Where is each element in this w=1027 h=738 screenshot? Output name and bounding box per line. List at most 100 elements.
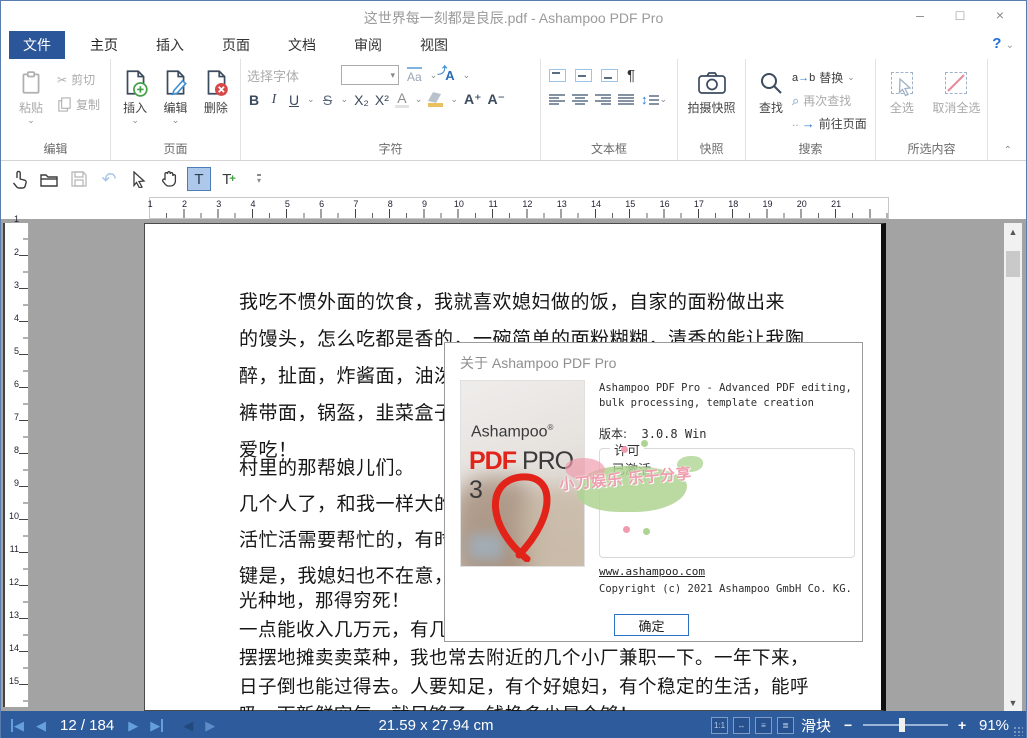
save-button[interactable] [67,167,91,191]
highlighter-icon [428,92,441,103]
zoom-slider-thumb[interactable] [899,718,905,732]
hand-icon [161,170,178,188]
text-line[interactable]: 摆摆地摊卖卖菜种，我也常去附近的几个小厂兼职一下。一年下来， [239,645,819,674]
strikethrough-button[interactable]: S [321,92,335,108]
italic-button[interactable]: I [267,92,281,108]
text-line[interactable]: 日子倒也能过得去。人要知足，有个好媳妇，有个稳定的生活，能呼 [239,674,819,703]
align-left-button[interactable] [549,94,565,106]
bold-button[interactable]: B [247,92,261,108]
take-snapshot-button[interactable]: 拍摄快照 [682,63,741,140]
resize-grip[interactable] [1013,726,1023,736]
text-direction-icon[interactable]: A [445,68,454,83]
tab-page[interactable]: 页面 [209,31,263,59]
shrink-font-button[interactable]: A⁻ [487,91,505,108]
zoom-percentage[interactable]: 91% [979,717,1009,734]
collapse-ribbon-button[interactable]: ⌃ [1004,145,1012,156]
scroll-up-icon[interactable]: ▲ [1004,223,1022,240]
align-text-bottom-button[interactable] [601,69,618,82]
minimize-button[interactable]: – [900,1,940,29]
find-button[interactable]: 查找 [750,63,792,140]
vertical-scrollbar[interactable]: ▲ ▼ [1004,223,1022,711]
tab-review[interactable]: 审阅 [341,31,395,59]
scrollbar-thumb[interactable] [1006,251,1020,277]
tab-home[interactable]: 主页 [77,31,131,59]
tab-view[interactable]: 视图 [407,31,461,59]
align-text-top-button[interactable] [549,69,566,82]
zoom-in-button[interactable]: + [958,717,966,733]
more-tools-button[interactable]: ▾ [247,167,271,191]
next-page-button[interactable]: ▶ [128,719,138,732]
ruler-number: 1 [9,214,19,247]
history-back-button[interactable]: ◀ [183,719,193,732]
scroll-down-icon[interactable]: ▼ [1004,694,1022,711]
page-indicator[interactable]: 12 / 184 [60,717,114,734]
paste-button[interactable]: 粘贴 ⌄ [5,63,57,140]
last-page-button[interactable]: ▶ [150,719,163,732]
tab-insert[interactable]: 插入 [143,31,197,59]
superscript-button[interactable]: X² [375,92,389,108]
subscript-button[interactable]: X₂ [354,92,369,108]
align-center-button[interactable] [572,94,588,106]
text-line[interactable]: 吸一下新鲜空气，就足够了，钱挣多少是个够！ [239,702,819,711]
ruler-number: 7 [9,412,19,445]
select-all-button[interactable]: 全选 [880,63,924,140]
ok-button[interactable]: 确定 [614,614,689,636]
zoom-slider[interactable] [863,724,948,726]
chevron-down-icon: ⌄ [660,94,668,105]
ruler-number: 21 [819,199,853,209]
chevron-down-icon: ▾ [390,70,395,81]
cut-button[interactable]: ✂ 剪切 [57,71,100,88]
tab-file[interactable]: 文件 [9,31,65,59]
undo-button[interactable]: ↶ [97,167,121,191]
touch-mode-button[interactable] [7,167,31,191]
highlight-button[interactable] [428,93,444,107]
align-right-button[interactable] [595,94,611,106]
goto-page-button[interactable]: ‥→ 前往页面 [792,115,867,132]
camera-icon [697,67,727,99]
first-page-button[interactable]: ◀ [11,719,24,732]
history-forward-button[interactable]: ▶ [205,719,215,732]
font-size-combobox[interactable]: ▾ [341,65,399,85]
zoom-100-button[interactable]: 1:1 [711,717,728,734]
add-text-tool-button[interactable]: T+ [217,167,241,191]
open-file-button[interactable] [37,167,61,191]
justify-button[interactable] [618,94,634,106]
pan-tool-button[interactable] [157,167,181,191]
close-button[interactable]: × [980,1,1020,29]
chevron-down-icon: ⌄ [430,70,438,81]
deselect-all-button[interactable]: 取消全选 [930,63,983,140]
ribbon-group-snapshot: 拍摄快照 快照 [678,59,746,160]
ruler-number: 1 [133,199,167,209]
about-dialog: 关于 Ashampoo PDF Pro Ashampoo® PDF PRO 3 … [444,342,863,642]
zoom-out-button[interactable]: − [844,717,852,733]
delete-page-button[interactable]: 删除 [196,63,236,140]
ruler-number: 4 [236,199,270,209]
replace-button[interactable]: a→b 替换 ⌄ [792,69,867,86]
copy-button[interactable]: 复制 [57,96,100,113]
fit-page-button[interactable]: ≡ [755,717,772,734]
website-link[interactable]: www.ashampoo.com [599,565,705,578]
text-line[interactable]: 我吃不惯外面的饮食，我就喜欢媳妇做的饭，自家的面粉做出来 [239,284,819,321]
document-area[interactable]: 我吃不惯外面的饮食，我就喜欢媳妇做的饭，自家的面粉做出来的馒头，怎么吃都是香的，… [1,219,1026,711]
edit-page-button[interactable]: 编辑 ⌄ [155,63,195,140]
vertical-ruler-numbers: 123456789101112131415 [9,214,19,709]
previous-page-button[interactable]: ◀ [36,719,46,732]
select-tool-button[interactable] [127,167,151,191]
paragraph-marks-button[interactable]: ¶ [627,67,635,84]
align-text-middle-button[interactable] [575,69,592,82]
underline-button[interactable]: U [287,92,301,108]
ruler-number: 18 [716,199,750,209]
insert-page-button[interactable]: 插入 ⌄ [115,63,155,140]
font-color-button[interactable]: A [395,92,409,108]
text-tool-button[interactable]: T [187,167,211,191]
ruler-number: 14 [9,643,19,676]
maximize-button[interactable]: □ [940,1,980,29]
character-spacing-icon[interactable]: Aa [407,67,422,84]
fit-width-button[interactable]: ↔ [733,717,750,734]
line-spacing-button[interactable]: ↕⌄ [641,92,667,107]
help-button[interactable]: ? ⌄ [992,35,1014,52]
two-page-view-button[interactable]: ≣ [777,717,794,734]
find-again-button[interactable]: ⌕ 再次查找 [792,92,867,109]
grow-font-button[interactable]: A⁺ [464,91,482,108]
tab-document[interactable]: 文档 [275,31,329,59]
